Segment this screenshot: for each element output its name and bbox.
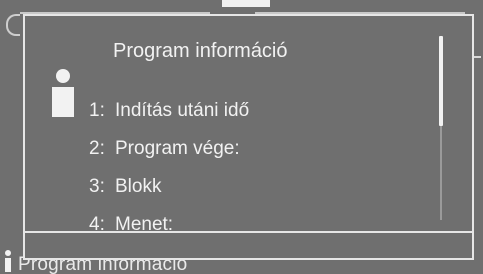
scrollbar-thumb[interactable] — [439, 36, 443, 126]
list-item-label: Indítás utáni idő — [115, 100, 250, 121]
list-item[interactable]: 3: Blokk — [89, 168, 249, 206]
dialog-title: Program információ — [113, 40, 288, 62]
list-item-number: 3: — [89, 176, 105, 197]
list-item-label: Blokk — [115, 176, 162, 197]
info-icon-stem — [52, 87, 74, 117]
right-edge-mark — [474, 56, 481, 58]
list-item[interactable]: 4: Menet: — [89, 206, 249, 244]
program-info-dialog: Program információ 1: Indítás utáni idő … — [23, 14, 474, 260]
info-icon-dot — [56, 69, 70, 83]
top-tab — [222, 0, 270, 7]
list-item[interactable]: 2: Program vége: — [89, 130, 249, 168]
info-icon — [50, 69, 76, 119]
list-item-number: 1: — [89, 100, 105, 121]
dialog-footer-divider — [25, 231, 472, 233]
list-item[interactable]: 1: Indítás utáni idő — [89, 92, 249, 130]
info-icon — [4, 250, 12, 272]
list-item-number: 2: — [89, 138, 105, 159]
list-item-label: Program vége: — [115, 138, 240, 159]
back-arc-icon — [6, 14, 20, 36]
screen: Program információ Program információ 1:… — [0, 0, 483, 274]
program-info-list: 1: Indítás utáni idő 2: Program vége: 3:… — [89, 92, 249, 244]
